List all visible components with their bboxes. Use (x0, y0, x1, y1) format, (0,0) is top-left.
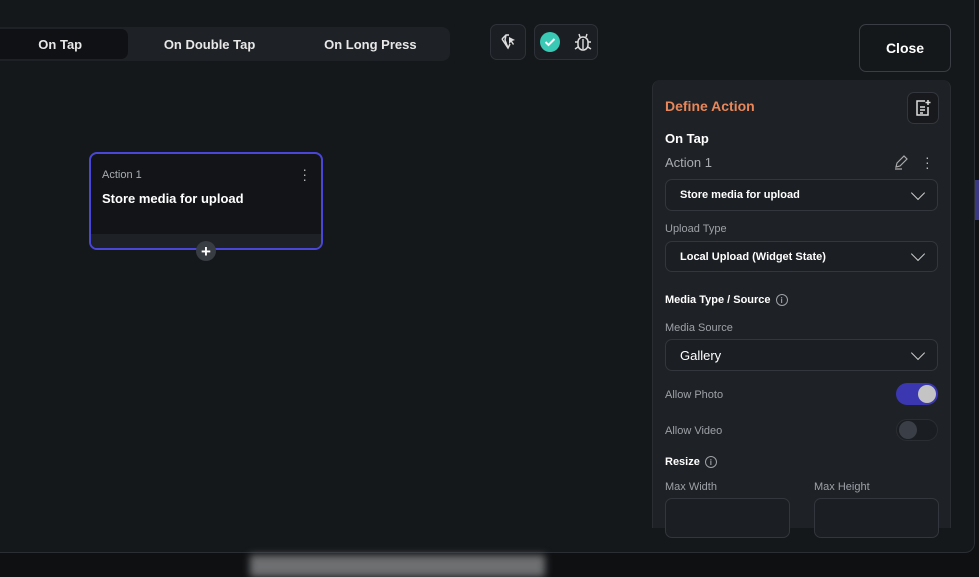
trigger-name: On Tap (665, 131, 709, 146)
chevron-down-icon (910, 345, 926, 360)
allow-video-label: Allow Video (665, 425, 723, 437)
close-button[interactable]: Close (859, 24, 951, 72)
action-card-label: Action 1 (102, 169, 142, 181)
resize-heading: Resize i (665, 456, 717, 469)
upload-type-dropdown[interactable]: Local Upload (Widget State) (665, 241, 938, 272)
check-circle-icon (540, 32, 560, 52)
select-widget-button[interactable] (490, 24, 526, 60)
action-card-title: Store media for upload (102, 191, 244, 206)
panel-title: Define Action (665, 98, 755, 114)
debug-button[interactable] (534, 24, 598, 60)
action-editor-modal: On Tap On Double Tap On Long Press Close… (0, 0, 975, 553)
more-vert-icon[interactable]: · · · (925, 150, 930, 174)
action-card[interactable]: Action 1 Store media for upload · · · (89, 152, 323, 250)
cursor-diamond-icon (501, 34, 515, 50)
upload-type-value: Local Upload (Widget State) (680, 250, 826, 263)
tab-on-tap[interactable]: On Tap (0, 29, 129, 59)
allow-video-toggle[interactable] (896, 419, 938, 441)
media-section-label: Media Type / Source (665, 294, 771, 306)
media-section-heading: Media Type / Source i (665, 294, 788, 307)
max-height-input[interactable] (814, 498, 939, 538)
bug-icon (574, 33, 592, 51)
max-width-label: Max Width (665, 481, 717, 493)
edit-pencil-icon[interactable] (893, 154, 909, 170)
add-action-button[interactable]: + (196, 241, 216, 261)
add-note-button[interactable] (907, 92, 939, 124)
max-width-input[interactable] (665, 498, 790, 538)
media-source-label: Media Source (665, 322, 733, 334)
tab-on-double-tap[interactable]: On Double Tap (128, 27, 290, 61)
media-source-dropdown[interactable]: Gallery (665, 339, 938, 371)
action-name: Action 1 (665, 155, 712, 170)
action-type-dropdown[interactable]: Store media for upload (665, 179, 938, 211)
action-type-value: Store media for upload (680, 189, 800, 201)
trigger-tabs: On Tap On Double Tap On Long Press (0, 27, 450, 61)
info-icon[interactable]: i (704, 456, 717, 469)
media-source-value: Gallery (680, 347, 722, 363)
define-action-panel: Define Action On Tap Action 1 · · · Store … (652, 80, 951, 538)
info-icon[interactable]: i (775, 294, 788, 307)
chevron-down-icon (910, 246, 926, 262)
max-height-label: Max Height (814, 481, 870, 493)
resize-label: Resize (665, 456, 700, 468)
more-vert-icon[interactable]: · · · (302, 162, 307, 186)
chevron-down-icon (910, 185, 926, 200)
tab-on-long-press[interactable]: On Long Press (291, 27, 450, 61)
allow-photo-toggle[interactable] (896, 383, 938, 405)
upload-type-label: Upload Type (665, 223, 727, 235)
note-add-icon (916, 100, 931, 116)
allow-photo-label: Allow Photo (665, 389, 724, 401)
